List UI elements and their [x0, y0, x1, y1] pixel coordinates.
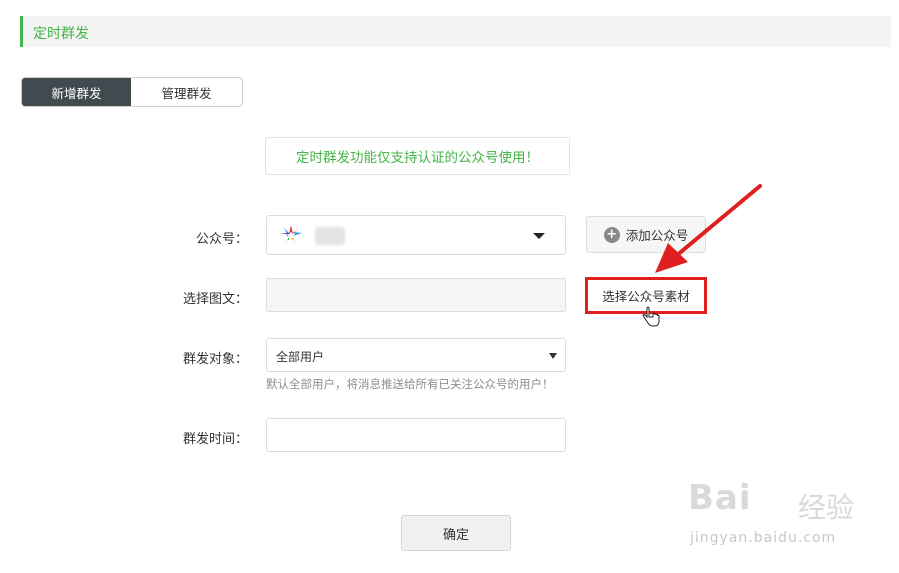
time-label: 群发时间：	[182, 432, 248, 447]
confirm-button[interactable]: 确定	[401, 515, 511, 551]
tab-new-broadcast[interactable]: 新增群发	[22, 78, 131, 106]
account-logo-icon	[280, 225, 302, 246]
notice-banner: 定时群发功能仅支持认证的公众号使用！	[265, 137, 570, 175]
page-header: 定时群发	[20, 16, 891, 47]
hand-cursor-icon	[642, 306, 660, 327]
caret-down-icon	[549, 353, 557, 359]
target-select[interactable]: 全部用户	[266, 338, 566, 372]
article-input[interactable]	[266, 278, 566, 312]
target-hint: 默认全部用户，将消息推送给所有已关注公众号的用户！	[266, 377, 554, 391]
page-title: 定时群发	[33, 26, 89, 42]
add-account-button[interactable]: + 添加公众号	[586, 216, 706, 253]
watermark: Bai 经验 jingyan.baidu.com	[688, 478, 858, 558]
watermark-brand-cn: 经验	[798, 491, 855, 524]
plus-circle-icon: +	[603, 226, 620, 243]
select-material-label: 选择公众号素材	[602, 289, 690, 304]
target-select-value: 全部用户	[276, 350, 325, 364]
account-label: 公众号：	[195, 232, 248, 247]
tab-manage-broadcast[interactable]: 管理群发	[131, 78, 242, 106]
tab-bar: 新增群发 管理群发	[21, 77, 243, 107]
watermark-url: jingyan.baidu.com	[690, 530, 837, 546]
add-account-label: 添加公众号	[625, 228, 689, 243]
chevron-down-icon	[533, 233, 545, 239]
time-input[interactable]	[266, 418, 566, 452]
watermark-brand: Bai	[688, 478, 752, 518]
account-name	[315, 227, 345, 245]
article-label: 选择图文：	[182, 292, 248, 307]
target-label: 群发对象：	[182, 352, 248, 367]
account-select[interactable]	[266, 215, 566, 255]
